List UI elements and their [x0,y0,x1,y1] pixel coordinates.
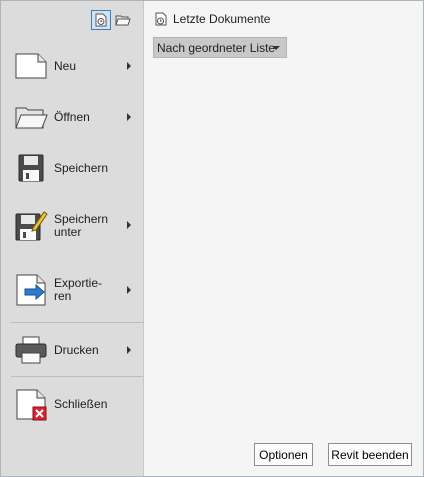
application-menu: Neu Öffnen Speichern Speichern unter Exp… [0,0,424,477]
application-menu-sidebar: Neu Öffnen Speichern Speichern unter Exp… [1,1,143,476]
menu-item-label: Exportie-ren [54,276,103,303]
close-document-icon [14,388,48,422]
view-toggle-group [91,10,133,30]
options-button[interactable]: Optionen [254,443,313,466]
menu-item-new[interactable]: Neu [1,49,143,83]
menu-item-save-as[interactable]: Speichern unter [1,206,143,244]
new-document-icon [14,49,48,83]
menu-item-print[interactable]: Drucken [1,333,143,367]
menu-item-label: Drucken [54,343,99,357]
printer-icon [14,333,48,367]
menu-item-export[interactable]: Exportie-ren [1,271,143,309]
chevron-down-icon [272,46,280,50]
submenu-arrow-icon [127,346,131,354]
submenu-arrow-icon [127,221,131,229]
open-documents-toggle[interactable] [113,10,133,30]
submenu-arrow-icon [127,113,131,121]
submenu-arrow-icon [127,286,131,294]
sort-order-value: Nach geordneter Liste [157,40,276,55]
recent-documents-toggle[interactable] [91,10,111,30]
recent-documents-panel: Letzte Dokumente Nach geordneter Liste O… [143,1,423,476]
recent-documents-icon [155,12,167,26]
menu-item-label: Schließen [54,397,108,411]
menu-item-label: Speichern [54,161,109,175]
submenu-arrow-icon [127,62,131,70]
menu-item-close[interactable]: Schließen [1,387,143,423]
export-icon [14,273,48,307]
menu-divider [11,322,143,323]
sort-order-dropdown[interactable]: Nach geordneter Liste [153,37,287,58]
exit-revit-button[interactable]: Revit beenden [328,443,412,466]
menu-item-label: Öffnen [54,110,90,124]
folder-open-icon [14,100,48,134]
recent-documents-title: Letzte Dokumente [173,12,271,26]
recent-documents-header: Letzte Dokumente [154,12,270,26]
folder-icon [115,15,131,26]
recent-documents-icon [95,13,107,27]
menu-item-label: Neu [54,59,77,73]
menu-item-label: Speichern unter [54,212,109,239]
menu-divider [11,376,143,377]
menu-item-save[interactable]: Speichern [1,151,143,185]
menu-item-open[interactable]: Öffnen [1,100,143,134]
save-as-icon [14,208,48,242]
floppy-disk-icon [14,151,48,185]
